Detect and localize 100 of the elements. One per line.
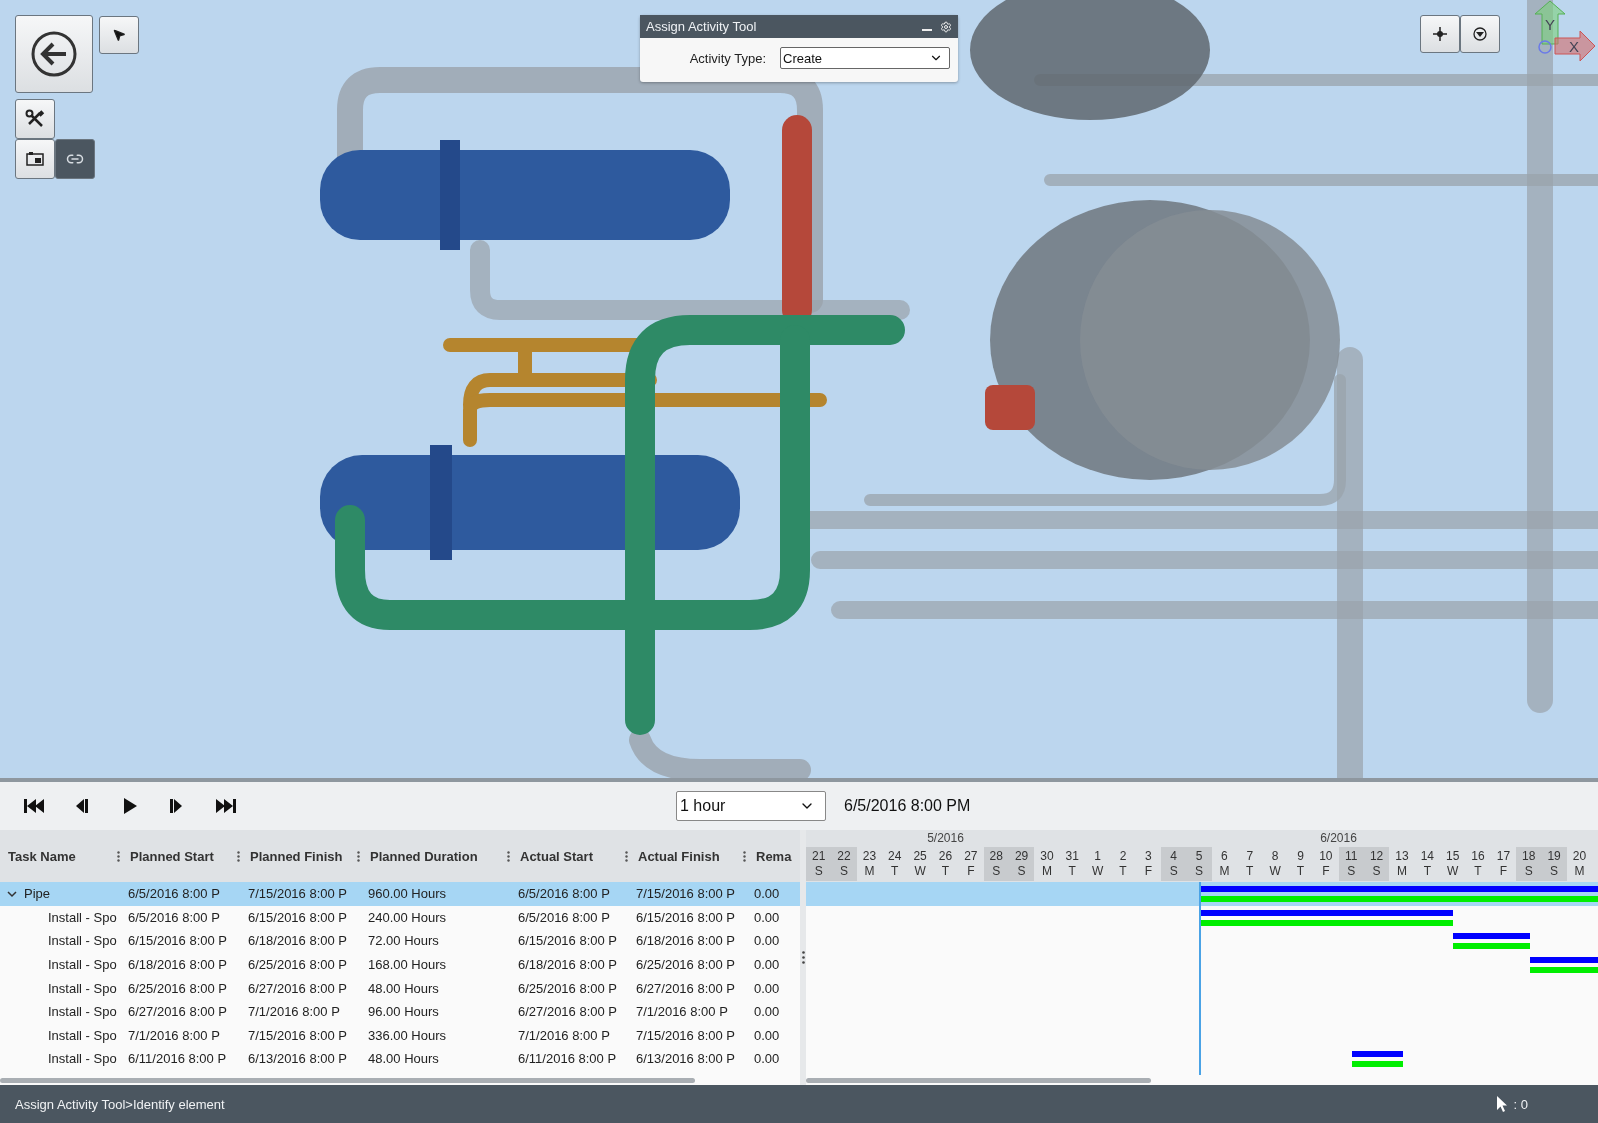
table-cell-text: 6/11/2016 8:00 P bbox=[127, 1051, 228, 1067]
day-column-header: 17 F bbox=[1495, 848, 1512, 880]
day-column-header: 25 W bbox=[912, 848, 928, 880]
day-column-header: 30 M bbox=[1039, 848, 1055, 880]
table-cell-text: 960.00 Hours bbox=[367, 886, 448, 902]
table-cell-text: 6/5/2016 8:00 P bbox=[517, 886, 611, 902]
month-label: 6/2016 bbox=[1319, 831, 1358, 845]
table-cell-text: 6/18/2016 8:00 P bbox=[247, 933, 349, 949]
table-cell-text: 6/13/2016 8:00 P bbox=[635, 1051, 737, 1067]
table-cell-text: 0.00 bbox=[753, 1027, 781, 1043]
table-cell-text: 0.00 bbox=[753, 933, 781, 949]
table-cell-text: 6/5/2016 8:00 P bbox=[127, 886, 221, 902]
day-column-header: 13 M bbox=[1394, 848, 1410, 880]
table-cell-text: 6/15/2016 8:00 P bbox=[635, 909, 737, 925]
task-row[interactable]: Install - Spo 6/11/2016 8:00 P 6/13/2016 8:00 P 48.00 Hours 6/11/2016 8:00 P 6/13/2016 8:00 P 0.00 bbox=[0, 1047, 800, 1071]
table-cell-text: 6/25/2016 8:00 P bbox=[635, 957, 737, 973]
day-column-header: 27 F bbox=[963, 848, 979, 880]
table-cell-text: 6/18/2016 8:00 P bbox=[635, 933, 737, 949]
cursor-count: : 0 bbox=[1513, 1096, 1528, 1112]
task-name: Install - Spo bbox=[48, 909, 117, 925]
table-cell-text: 6/27/2016 8:00 P bbox=[635, 980, 737, 996]
day-column-header: 31 T bbox=[1064, 848, 1080, 880]
task-name: Install - Spo bbox=[48, 980, 117, 996]
column-header[interactable]: Actual Start bbox=[520, 848, 593, 864]
day-column-header: 2 T bbox=[1118, 848, 1128, 880]
table-cell-text: 6/5/2016 8:00 P bbox=[517, 909, 611, 925]
day-column-header: 29 S bbox=[1008, 847, 1035, 881]
day-column-header: 12 S bbox=[1363, 847, 1390, 881]
day-column-header: 10 F bbox=[1318, 848, 1334, 880]
day-column-header: 14 T bbox=[1419, 848, 1435, 880]
table-cell-text: 336.00 Hours bbox=[367, 1027, 448, 1043]
task-row[interactable]: Install - Spo 6/15/2016 8:00 P 6/18/2016 8:00 P 72.00 Hours 6/15/2016 8:00 P 6/18/2016 8:00 P 0.00 bbox=[0, 929, 800, 953]
task-row[interactable]: Install - Spo 6/18/2016 8:00 P 6/25/2016 8:00 P 168.00 Hours 6/18/2016 8:00 P 6/25/2016 8:00 P 0.00 bbox=[0, 952, 800, 977]
panel-title: Assign Activity Tool bbox=[646, 19, 758, 34]
table-cell-text: 72.00 Hours bbox=[367, 933, 440, 949]
table-cell-text: 7/15/2016 8:00 P bbox=[635, 886, 737, 902]
day-column-header: 3 F bbox=[1143, 848, 1153, 880]
column-header[interactable]: Actual Finish bbox=[638, 848, 720, 864]
task-row[interactable]: Pipe 6/5/2016 8:00 P 7/15/2016 8:00 P 960.00 Hours 6/5/2016 8:00 P 7/15/2016 8:00 P 0.00 bbox=[0, 882, 800, 906]
task-name: Install - Spo bbox=[48, 1027, 117, 1043]
table-cell-text: 7/15/2016 8:00 P bbox=[635, 1027, 737, 1043]
table-cell-text: 6/25/2016 8:00 P bbox=[517, 980, 619, 996]
table-cell-text: 6/5/2016 8:00 P bbox=[127, 909, 221, 925]
day-column-header: 5 S bbox=[1186, 847, 1212, 881]
column-header[interactable]: Planned Finish bbox=[250, 848, 343, 864]
table-cell-text: 0.00 bbox=[753, 909, 781, 925]
task-name: Install - Spo bbox=[48, 957, 117, 973]
day-column-header: 1 W bbox=[1090, 848, 1105, 880]
table-cell-text: 6/25/2016 8:00 P bbox=[247, 957, 349, 973]
day-column-header: 22 S bbox=[831, 847, 857, 881]
3d-viewport[interactable]: Assign Activity Tool Activity Type: Create Y X bbox=[0, 0, 1598, 782]
table-cell-text: 0.00 bbox=[753, 1004, 781, 1020]
day-column-header: 28 S bbox=[983, 847, 1009, 881]
task-name: Install - Spo bbox=[48, 1004, 117, 1020]
task-row[interactable]: Install - Spo 6/5/2016 8:00 P 6/15/2016 8:00 P 240.00 Hours 6/5/2016 8:00 P 6/15/2016 8:00 P 0.00 bbox=[0, 905, 800, 930]
table-cell-text: 48.00 Hours bbox=[367, 1051, 440, 1067]
current-time: 6/5/2016 8:00 PM bbox=[844, 797, 971, 815]
day-column-header: 21 S bbox=[806, 847, 832, 881]
interval-dropdown[interactable]: 1 hour bbox=[676, 791, 826, 821]
table-cell-text: 6/18/2016 8:00 P bbox=[127, 957, 229, 973]
table-cell-text: 7/1/2016 8:00 P bbox=[127, 1027, 221, 1043]
day-column-header: 16 T bbox=[1470, 848, 1486, 880]
month-label: 5/2016 bbox=[926, 831, 965, 845]
table-cell-text: 7/15/2016 8:00 P bbox=[247, 886, 349, 902]
activity-type-label: Activity Type: bbox=[689, 50, 766, 66]
status-text: Assign Activity Tool>Identify element bbox=[15, 1096, 226, 1112]
day-column-header: 24 T bbox=[887, 848, 903, 880]
table-cell-text: 6/11/2016 8:00 P bbox=[517, 1051, 618, 1067]
day-column-header: 23 M bbox=[861, 848, 878, 880]
table-cell-text: 7/1/2016 8:00 P bbox=[517, 1027, 611, 1043]
day-column-header: 15 W bbox=[1445, 848, 1461, 880]
table-cell-text: 6/15/2016 8:00 P bbox=[127, 933, 229, 949]
day-column-header: 19 S bbox=[1541, 847, 1567, 881]
task-row[interactable]: Install - Spo 6/25/2016 8:00 P 6/27/2016 8:00 P 48.00 Hours 6/25/2016 8:00 P 6/27/2016 8:00 P 0.00 bbox=[0, 976, 800, 1000]
table-cell-text: 0.00 bbox=[753, 980, 781, 996]
day-column-header: 11 S bbox=[1338, 847, 1364, 881]
task-row[interactable]: Install - Spo 7/1/2016 8:00 P 7/15/2016 8:00 P 336.00 Hours 7/1/2016 8:00 P 7/15/2016 8:00 P 0.00 bbox=[0, 1023, 800, 1048]
column-header[interactable]: Task Name bbox=[8, 848, 76, 864]
table-cell-text: 0.00 bbox=[753, 886, 781, 902]
table-cell-text: 96.00 Hours bbox=[367, 1004, 440, 1020]
table-cell-text: 240.00 Hours bbox=[367, 909, 448, 925]
table-cell-text: 168.00 Hours bbox=[367, 957, 448, 973]
day-column-header: 8 W bbox=[1268, 848, 1282, 880]
table-cell-text: 6/18/2016 8:00 P bbox=[517, 957, 619, 973]
column-header[interactable]: Rema bbox=[756, 848, 792, 864]
day-column-header: 20 M bbox=[1571, 848, 1588, 880]
task-name: Install - Spo bbox=[48, 1051, 117, 1067]
table-cell-text: 6/27/2016 8:00 P bbox=[517, 1004, 619, 1020]
task-row[interactable]: Install - Spo 6/27/2016 8:00 P 7/1/2016 8:00 P 96.00 Hours 6/27/2016 8:00 P 7/1/2016 8:00 P 0.00 bbox=[0, 999, 800, 1024]
table-cell-text: 6/27/2016 8:00 P bbox=[247, 980, 349, 996]
day-column-header: 6 M bbox=[1218, 848, 1231, 880]
axis-gizmo-drawing: Y X bbox=[1530, 0, 1596, 64]
column-header[interactable]: Planned Duration bbox=[370, 848, 478, 864]
activity-type-dropdown[interactable]: Create bbox=[780, 47, 950, 69]
day-column-header: 9 T bbox=[1295, 848, 1306, 880]
table-cell-text: 6/15/2016 8:00 P bbox=[517, 933, 619, 949]
table-cell-text: 7/1/2016 8:00 P bbox=[635, 1004, 729, 1020]
task-name: Pipe bbox=[24, 886, 51, 902]
column-header[interactable]: Planned Start bbox=[130, 848, 214, 864]
table-cell-text: 7/1/2016 8:00 P bbox=[247, 1004, 341, 1020]
